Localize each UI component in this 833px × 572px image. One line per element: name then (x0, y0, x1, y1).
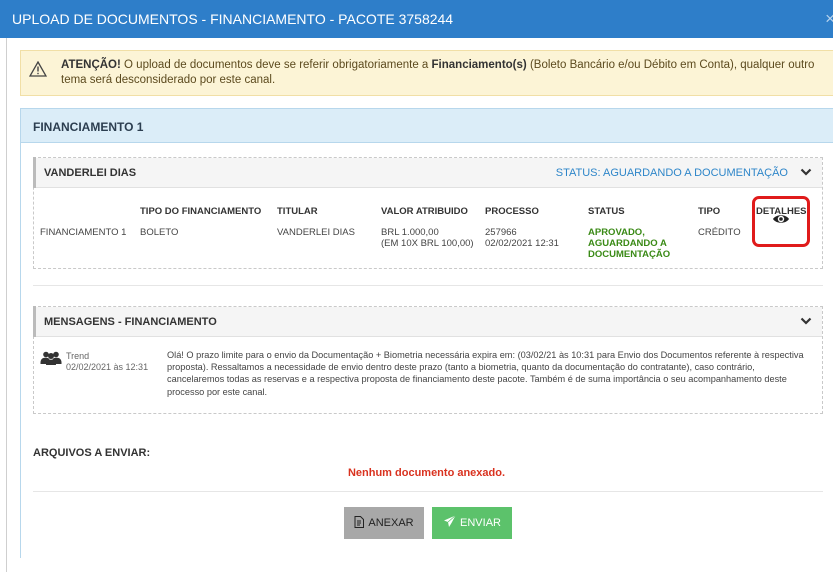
chevron-down-icon[interactable] (800, 166, 812, 181)
valor-line-1: BRL 1.000,00 (381, 227, 439, 238)
eye-icon[interactable] (772, 212, 790, 230)
users-icon (40, 351, 62, 367)
send-rocket-icon (443, 515, 456, 531)
processo-line-1: 257966 (485, 227, 517, 238)
cell-titular: VANDERLEI DIAS (277, 227, 355, 238)
holder-status: STATUS: AGUARDANDO A DOCUMENTAÇÃO (555, 167, 788, 179)
col-header-tipo: TIPO (698, 206, 721, 217)
file-icon (354, 515, 365, 531)
status-line-2: AGUARDANDO A (588, 238, 667, 249)
cell-tipo-financiamento: BOLETO (140, 227, 179, 238)
cell-processo: 257966 02/02/2021 12:31 (485, 225, 588, 260)
col-header-status: STATUS (588, 206, 625, 217)
col-header-valor: VALOR ATRIBUIDO (381, 206, 468, 217)
col-header-label (34, 205, 140, 225)
table-header-row: TIPO DO FINANCIAMENTO TITULAR VALOR ATRI… (34, 205, 822, 225)
col-header-processo: PROCESSO (485, 206, 539, 217)
enviar-button[interactable]: ENVIAR (432, 507, 512, 539)
cell-status: APROVADO, AGUARDANDO A DOCUMENTAÇÃO (588, 225, 698, 260)
cell-tipo: CRÉDITO (698, 227, 741, 238)
valor-line-2: (EM 10X BRL 100,00) (381, 238, 474, 249)
alert-strong: ATENÇÃO! (61, 59, 121, 71)
holder-name: VANDERLEI DIAS (44, 166, 137, 179)
modal-header: UPLOAD DE DOCUMENTOS - FINANCIAMENTO - P… (0, 0, 833, 38)
message-author: Trend 02/02/2021 às 12:31 (40, 351, 148, 372)
details-highlight (752, 196, 810, 247)
messages-title: MENSAGENS - FINANCIAMENTO (44, 315, 217, 328)
holder-box: VANDERLEI DIAS STATUS: AGUARDANDO A DOCU… (33, 157, 823, 269)
table-row: FINANCIAMENTO 1 BOLETO VANDERLEI DIAS BR… (34, 225, 822, 260)
col-header-tipo-financiamento: TIPO DO FINANCIAMENTO (140, 206, 262, 217)
anexar-button[interactable]: ANEXAR (344, 507, 424, 539)
financiamento-table: TIPO DO FINANCIAMENTO TITULAR VALOR ATRI… (34, 205, 822, 260)
messages-header[interactable]: MENSAGENS - FINANCIAMENTO (33, 306, 822, 337)
divider (33, 285, 823, 286)
status-line-3: DOCUMENTAÇÃO (588, 249, 671, 260)
files-label: ARQUIVOS A ENVIAR: (33, 447, 151, 459)
message-author-name: Trend (66, 351, 90, 361)
enviar-label: ENVIAR (460, 517, 501, 529)
header-accent (33, 157, 36, 188)
processo-line-2: 02/02/2021 12:31 (485, 238, 559, 249)
close-icon[interactable]: × (825, 9, 833, 29)
cell-label: FINANCIAMENTO 1 (40, 227, 127, 238)
financiamento-title: FINANCIAMENTO 1 (21, 109, 833, 143)
divider (33, 491, 823, 492)
alert-text-1: O upload de documentos deve se referir o… (120, 59, 432, 71)
chevron-down-icon[interactable] (800, 315, 812, 330)
no-files-message: Nenhum documento anexado. (347, 467, 506, 479)
warning-alert: ATENÇÃO! O upload de documentos deve se … (20, 50, 833, 96)
holder-box-header[interactable]: VANDERLEI DIAS STATUS: AGUARDANDO A DOCU… (33, 157, 822, 188)
message-item: Trend 02/02/2021 às 12:31 Olá! O prazo l… (34, 337, 822, 417)
cell-valor: BRL 1.000,00 (EM 10X BRL 100,00) (381, 225, 485, 260)
col-header-titular: TITULAR (277, 206, 318, 217)
warning-triangle-icon (28, 60, 48, 82)
anexar-label: ANEXAR (368, 517, 414, 529)
alert-strong-2: Financiamento(s) (431, 59, 527, 71)
modal-title: UPLOAD DE DOCUMENTOS - FINANCIAMENTO - P… (12, 11, 454, 27)
message-date: 02/02/2021 às 12:31 (66, 362, 149, 372)
modal-border (6, 38, 7, 572)
messages-box: MENSAGENS - FINANCIAMENTO Trend 02/02/20… (33, 306, 823, 414)
message-text: Olá! O prazo limite para o envio da Docu… (167, 350, 804, 397)
header-accent (33, 306, 36, 337)
status-line-1: APROVADO, (588, 227, 645, 238)
